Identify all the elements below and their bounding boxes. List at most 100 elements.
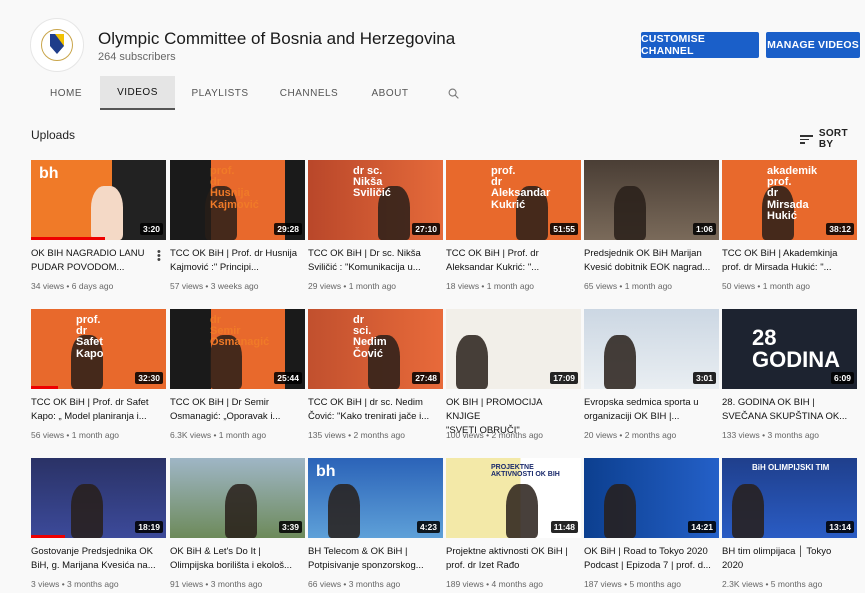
video-title[interactable]: TCC OK BiH | Akademkinja prof. dr Mirsada… [722,247,854,275]
video-card[interactable]: dr Semir Osmanagić 25:44 TCC OK BiH | Dr Sem… [170,309,305,444]
video-duration: 27:48 [412,372,440,384]
video-card[interactable]: 3:39 OK BiH & Let's Do It | Olimpijska bor… [170,458,305,593]
video-title-line1: BH Telecom & OK BiH | [308,546,408,557]
video-title[interactable]: Predsjednik OK BiH Marijan Kvesić dobitni… [584,247,716,275]
video-title-line2: Kajmović :" Principi... [170,262,259,273]
video-thumbnail[interactable]: 17:09 [446,309,581,389]
video-thumbnail[interactable]: dr Semir Osmanagić 25:44 [170,309,305,389]
video-thumbnail[interactable]: bh 3:20 [31,160,166,240]
video-thumbnail[interactable]: dr sci. Nedim Čović 27:48 [308,309,443,389]
video-thumbnail[interactable]: prof. dr Safet Kapo 32:30 [31,309,166,389]
video-card[interactable]: prof. dr Husnija Kajmović 29:28 TCC OK BiH | … [170,160,305,295]
video-title[interactable]: Gostovanje Predsjednika OK BiH, g. Marija… [31,545,163,573]
thumbnail-person [328,484,360,538]
video-thumbnail[interactable]: 18:19 [31,458,166,538]
sort-by-button[interactable]: SORT BY [800,128,865,150]
video-card[interactable]: bh 4:23 BH Telecom & OK BiH | Potpisivanje … [308,458,443,593]
video-thumbnail[interactable]: 14:21 [584,458,719,538]
channel-header: Olympic Committee of Bosnia and Herzegov… [0,0,865,110]
video-duration: 18:19 [135,521,163,533]
video-title-line1: TCC OK BiH | Dr Semir [170,397,270,408]
video-title-line1: TCC OK BiH | dr sc. Nedim [308,397,423,408]
video-meta: 20 views • 2 months ago [584,430,677,440]
thumbnail-overlay-text: akademik prof. dr Mirsada Hukić [767,165,817,222]
thumbnail-overlay-text: bh [39,165,59,182]
tab-home[interactable]: HOME [40,76,92,110]
video-card[interactable]: 14:21 OK BiH | Road to Tokyo 2020 Podcast … [584,458,719,593]
video-card[interactable]: prof. dr Safet Kapo 32:30 TCC OK BiH | Prof. … [31,309,166,444]
video-card[interactable]: PROJEKTNE AKTIVNOSTI OK BIH 11:48 Projektne… [446,458,581,593]
overlay-line: Kukrić [491,198,526,211]
thumbnail-overlay-text: prof. dr Husnija Kajmović [210,165,259,211]
overlay-line: bh [39,165,59,182]
video-card[interactable]: 3:01 Evropska sedmica sporta u organizacij… [584,309,719,444]
sort-icon [800,134,813,144]
video-duration: 25:44 [274,372,302,384]
tab-channels[interactable]: CHANNELS [275,76,343,110]
video-card[interactable]: prof. dr Aleksandar Kukrić 51:55 TCC OK BiH |… [446,160,581,295]
video-title-line1: 28. GODINA OK BIH | [722,397,815,408]
video-meta: 2.3K views • 5 months ago [722,579,823,589]
video-card[interactable]: bh 3:20 OK BIH NAGRADIO LANU PUDAR POVODOM.… [31,160,166,295]
video-duration: 32:30 [135,372,163,384]
video-card[interactable]: 28 GODINA 6:09 28. GODINA OK BIH | SVEČANA S… [722,309,857,444]
uploads-heading: Uploads [31,128,76,142]
video-title[interactable]: TCC OK BiH | Prof. dr Safet Kapo: „ Model… [31,396,163,424]
video-title[interactable]: Evropska sedmica sporta u organizaciji OK… [584,396,716,424]
video-title[interactable]: BH tim olimpijaca │ Tokyo 2020 [722,545,854,573]
video-title[interactable]: OK BIH NAGRADIO LANU PUDAR POVODOM... [31,247,163,275]
video-title[interactable]: TCC OK BiH | Dr sc. Nikša Sviličić : "Kom… [308,247,440,275]
video-title[interactable]: BH Telecom & OK BiH | Potpisivanje sponzo… [308,545,440,573]
video-thumbnail[interactable]: 3:01 [584,309,719,389]
overlay-line: Kapo [76,347,104,360]
thumbnail-overlay-text: dr sci. Nedim Čović [353,314,387,360]
video-thumbnail[interactable]: akademik prof. dr Mirsada Hukić 38:12 [722,160,857,240]
video-thumbnail[interactable]: PROJEKTNE AKTIVNOSTI OK BIH 11:48 [446,458,581,538]
video-title[interactable]: OK BiH | Road to Tokyo 2020 Podcast | Epi… [584,545,716,573]
video-thumbnail[interactable]: bh 4:23 [308,458,443,538]
search-icon[interactable] [448,88,459,99]
video-title[interactable]: TCC OK BiH | dr sc. Nedim Čović: "Kako tr… [308,396,440,424]
video-card[interactable]: akademik prof. dr Mirsada Hukić 38:12 TCC OK B… [722,160,857,295]
video-title[interactable]: Projektne aktivnosti OK BiH | prof. dr Iz… [446,545,578,573]
channel-name: Olympic Committee of Bosnia and Herzegov… [98,29,456,48]
video-card[interactable]: BiH OLIMPIJSKI TIM 13:14 BH tim olimpijaca… [722,458,857,593]
thumbnail-person [604,484,636,538]
video-title-line2: Kapo: „ Model planiranja i... [31,411,147,422]
video-title[interactable]: OK BiH & Let's Do It | Olimpijska boriliš… [170,545,302,573]
video-thumbnail[interactable]: BiH OLIMPIJSKI TIM 13:14 [722,458,857,538]
video-title[interactable]: TCC OK BiH | Prof. dr Husnija Kajmović :"… [170,247,302,275]
video-card[interactable]: dr sc. Nikša Sviličić 27:10 TCC OK BiH | Dr … [308,160,443,295]
manage-videos-button[interactable]: MANAGE VIDEOS [766,32,860,58]
video-title[interactable]: TCC OK BiH | Dr Semir Osmanagić: „Oporava… [170,396,302,424]
overlay-line: Safet [76,336,103,349]
video-title[interactable]: 28. GODINA OK BIH | SVEČANA SKUPŠTINA OK.… [722,396,854,424]
watch-progress-bar [31,386,58,389]
channel-avatar[interactable] [30,18,84,72]
video-title[interactable]: TCC OK BiH | Prof. dr Aleksandar Kukrić: … [446,247,578,275]
video-title-line1: Evropska sedmica sporta u [584,397,699,408]
thumbnail-overlay-text: prof. dr Safet Kapo [76,314,104,360]
video-thumbnail[interactable]: prof. dr Husnija Kajmović 29:28 [170,160,305,240]
video-meta: 91 views • 3 months ago [170,579,263,589]
video-card[interactable]: 18:19 Gostovanje Predsjednika OK BiH, g. M… [31,458,166,593]
tab-playlists[interactable]: PLAYLISTS [185,76,255,110]
customise-channel-button[interactable]: CUSTOMISE CHANNEL [641,32,759,58]
video-thumbnail[interactable]: 1:06 [584,160,719,240]
video-thumbnail[interactable]: prof. dr Aleksandar Kukrić 51:55 [446,160,581,240]
tab-videos[interactable]: VIDEOS [100,76,175,110]
overlay-line: Osmanagić [210,336,270,349]
video-card[interactable]: 17:09 OK BIH | PROMOCIJA KNJIGE "SVETI OBR… [446,309,581,444]
video-thumbnail[interactable]: 28 GODINA 6:09 [722,309,857,389]
tab-about[interactable]: ABOUT [362,76,418,110]
video-duration: 14:21 [688,521,716,533]
thumbnail-person [614,186,646,240]
overlay-line: Aleksandar [491,187,551,200]
more-vert-icon[interactable]: • • • [157,247,161,266]
video-card[interactable]: 1:06 Predsjednik OK BiH Marijan Kvesić dob… [584,160,719,295]
video-thumbnail[interactable]: 3:39 [170,458,305,538]
video-thumbnail[interactable]: dr sc. Nikša Sviličić 27:10 [308,160,443,240]
video-duration: 13:14 [826,521,854,533]
video-card[interactable]: dr sci. Nedim Čović 27:48 TCC OK BiH | dr sc.… [308,309,443,444]
video-duration: 11:48 [550,521,578,533]
